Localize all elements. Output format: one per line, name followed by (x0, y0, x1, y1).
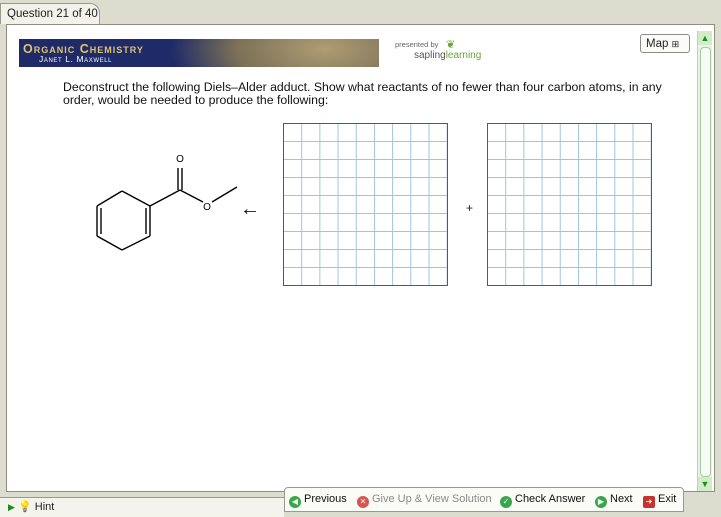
map-button[interactable]: Map ⊞ (640, 34, 690, 53)
map-tree-icon: ⊞ (671, 39, 680, 49)
check-answer-label: Check Answer (515, 493, 586, 505)
brand-part-b: learning (445, 50, 482, 61)
drawing-canvas-1[interactable] (283, 123, 448, 286)
scroll-up-icon[interactable]: ▲ (698, 31, 712, 45)
tab-question[interactable]: Question 21 of 40 (0, 3, 100, 24)
next-arrow-icon: ▶ (595, 496, 607, 508)
ring-bond (96, 235, 123, 251)
tab-bar: Question 21 of 40 (0, 0, 721, 24)
substituent-bond (149, 189, 181, 207)
brand-part-a: sapling (414, 50, 446, 61)
ester-bond (179, 189, 204, 203)
reaction-arrow: ← (240, 198, 260, 220)
give-up-label: Give Up & View Solution (372, 493, 492, 505)
hint-label: Hint (34, 501, 55, 513)
question-text: Deconstruct the following Diels–Alder ad… (63, 80, 662, 107)
methyl-bond (211, 186, 238, 203)
hint-toggle[interactable]: ▶ 💡 Hint (8, 500, 54, 513)
give-up-x-icon: ✕ (357, 496, 369, 508)
course-banner: Organic Chemistry Janet L. Maxwell prese… (19, 39, 647, 67)
course-author: Janet L. Maxwell (39, 54, 113, 64)
plus-sign: + (466, 201, 474, 215)
sapling-logo: saplinglearning (414, 50, 481, 61)
ring-bond (96, 190, 123, 207)
next-button[interactable]: ▶ Next (595, 493, 633, 508)
molecule-bonds (96, 168, 238, 251)
ring-bond (121, 235, 151, 251)
give-up-button[interactable]: ✕ Give Up & View Solution (357, 493, 492, 508)
expand-triangle-icon: ▶ (8, 502, 15, 512)
exit-button[interactable]: ➜ Exit (643, 493, 676, 508)
map-label: Map (646, 38, 669, 50)
diels-alder-adduct-structure: O O (96, 154, 238, 251)
drawing-canvas-2[interactable] (487, 123, 652, 286)
carbonyl-oxygen-label: O (176, 154, 184, 165)
check-answer-button[interactable]: ✓ Check Answer (500, 493, 585, 508)
previous-button[interactable]: ◀ Previous (289, 493, 347, 508)
next-label: Next (610, 493, 633, 505)
exit-door-icon: ➜ (643, 496, 655, 508)
ring-bond (121, 190, 151, 207)
presented-by-label: presented by (395, 40, 439, 49)
lightbulb-icon: 💡 (17, 501, 32, 513)
previous-arrow-icon: ◀ (289, 496, 301, 508)
scroll-down-icon[interactable]: ▼ (698, 477, 712, 491)
exit-label: Exit (658, 493, 677, 505)
check-icon: ✓ (500, 496, 512, 508)
scrollbar[interactable]: ▲ ▼ (697, 31, 712, 491)
previous-label: Previous (304, 493, 347, 505)
ester-oxygen-label: O (203, 202, 211, 213)
scroll-thumb[interactable] (700, 47, 711, 477)
